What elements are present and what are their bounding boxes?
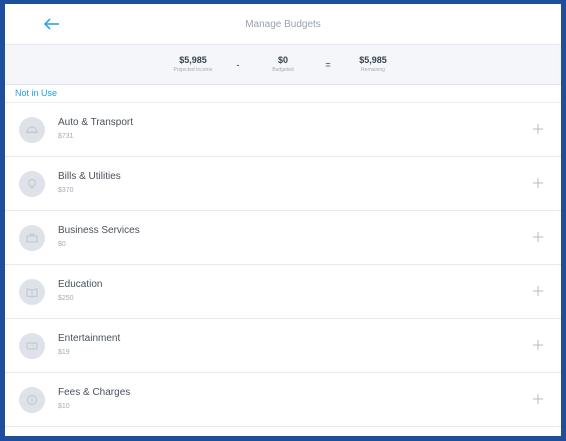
category-name: Entertainment	[58, 333, 121, 344]
budgeted-value: $0	[277, 55, 288, 65]
category-amount: $10	[58, 403, 70, 410]
add-budget-icon[interactable]	[532, 285, 544, 297]
projected-income-value: $5,985	[179, 55, 207, 65]
minus-operator: -	[236, 59, 240, 70]
category-row-bills-utilities[interactable]: Bills & Utilities $370	[5, 157, 561, 211]
add-budget-icon[interactable]	[532, 231, 544, 243]
budgeted-label: Budgeted	[272, 67, 294, 73]
add-budget-icon[interactable]	[532, 123, 544, 135]
category-name: Auto & Transport	[58, 117, 134, 128]
projected-income-stat: $5,985 Projected Income	[158, 55, 228, 74]
add-budget-icon[interactable]	[532, 339, 544, 351]
car-icon	[19, 117, 45, 143]
budget-summary: $5,985 Projected Income - $0 Budgeted = …	[5, 45, 561, 85]
coin-icon	[19, 387, 45, 413]
projected-income-label: Projected Income	[173, 67, 213, 73]
add-budget-icon[interactable]	[532, 393, 544, 405]
ticket-icon	[19, 333, 45, 359]
briefcase-icon	[19, 225, 45, 251]
category-row-education[interactable]: Education $250	[5, 265, 561, 319]
equals-operator: =	[325, 59, 331, 70]
add-budget-icon[interactable]	[532, 177, 544, 189]
budgeted-stat: $0 Budgeted	[248, 55, 318, 74]
category-row-entertainment[interactable]: Entertainment $19	[5, 319, 561, 373]
remaining-label: Remaining	[361, 67, 385, 73]
arrow-left-icon[interactable]	[43, 17, 61, 31]
book-icon	[19, 279, 45, 305]
page-title: Manage Budgets	[245, 18, 321, 30]
category-name: Business Services	[58, 225, 140, 236]
lightbulb-icon	[19, 171, 45, 197]
category-name: Bills & Utilities	[58, 171, 121, 182]
category-name: Fees & Charges	[58, 387, 131, 398]
category-row-business-services[interactable]: Business Services $0	[5, 211, 561, 265]
category-list: Auto & Transport $731 Bills & Utilities …	[5, 103, 561, 427]
category-name: Education	[58, 279, 103, 290]
section-not-in-use: Not in Use	[5, 85, 561, 103]
category-amount: $0	[58, 241, 66, 248]
app-window: Manage Budgets $5,985 Projected Income -…	[0, 0, 566, 441]
category-amount: $19	[58, 349, 70, 356]
category-amount: $370	[58, 187, 74, 194]
category-amount: $731	[58, 133, 74, 140]
category-row-fees-charges[interactable]: Fees & Charges $10	[5, 373, 561, 427]
remaining-stat: $5,985 Remaining	[338, 55, 408, 74]
remaining-value: $5,985	[359, 55, 387, 65]
category-amount: $250	[58, 295, 74, 302]
category-row-auto-transport[interactable]: Auto & Transport $731	[5, 103, 561, 157]
page-header: Manage Budgets	[5, 4, 561, 45]
